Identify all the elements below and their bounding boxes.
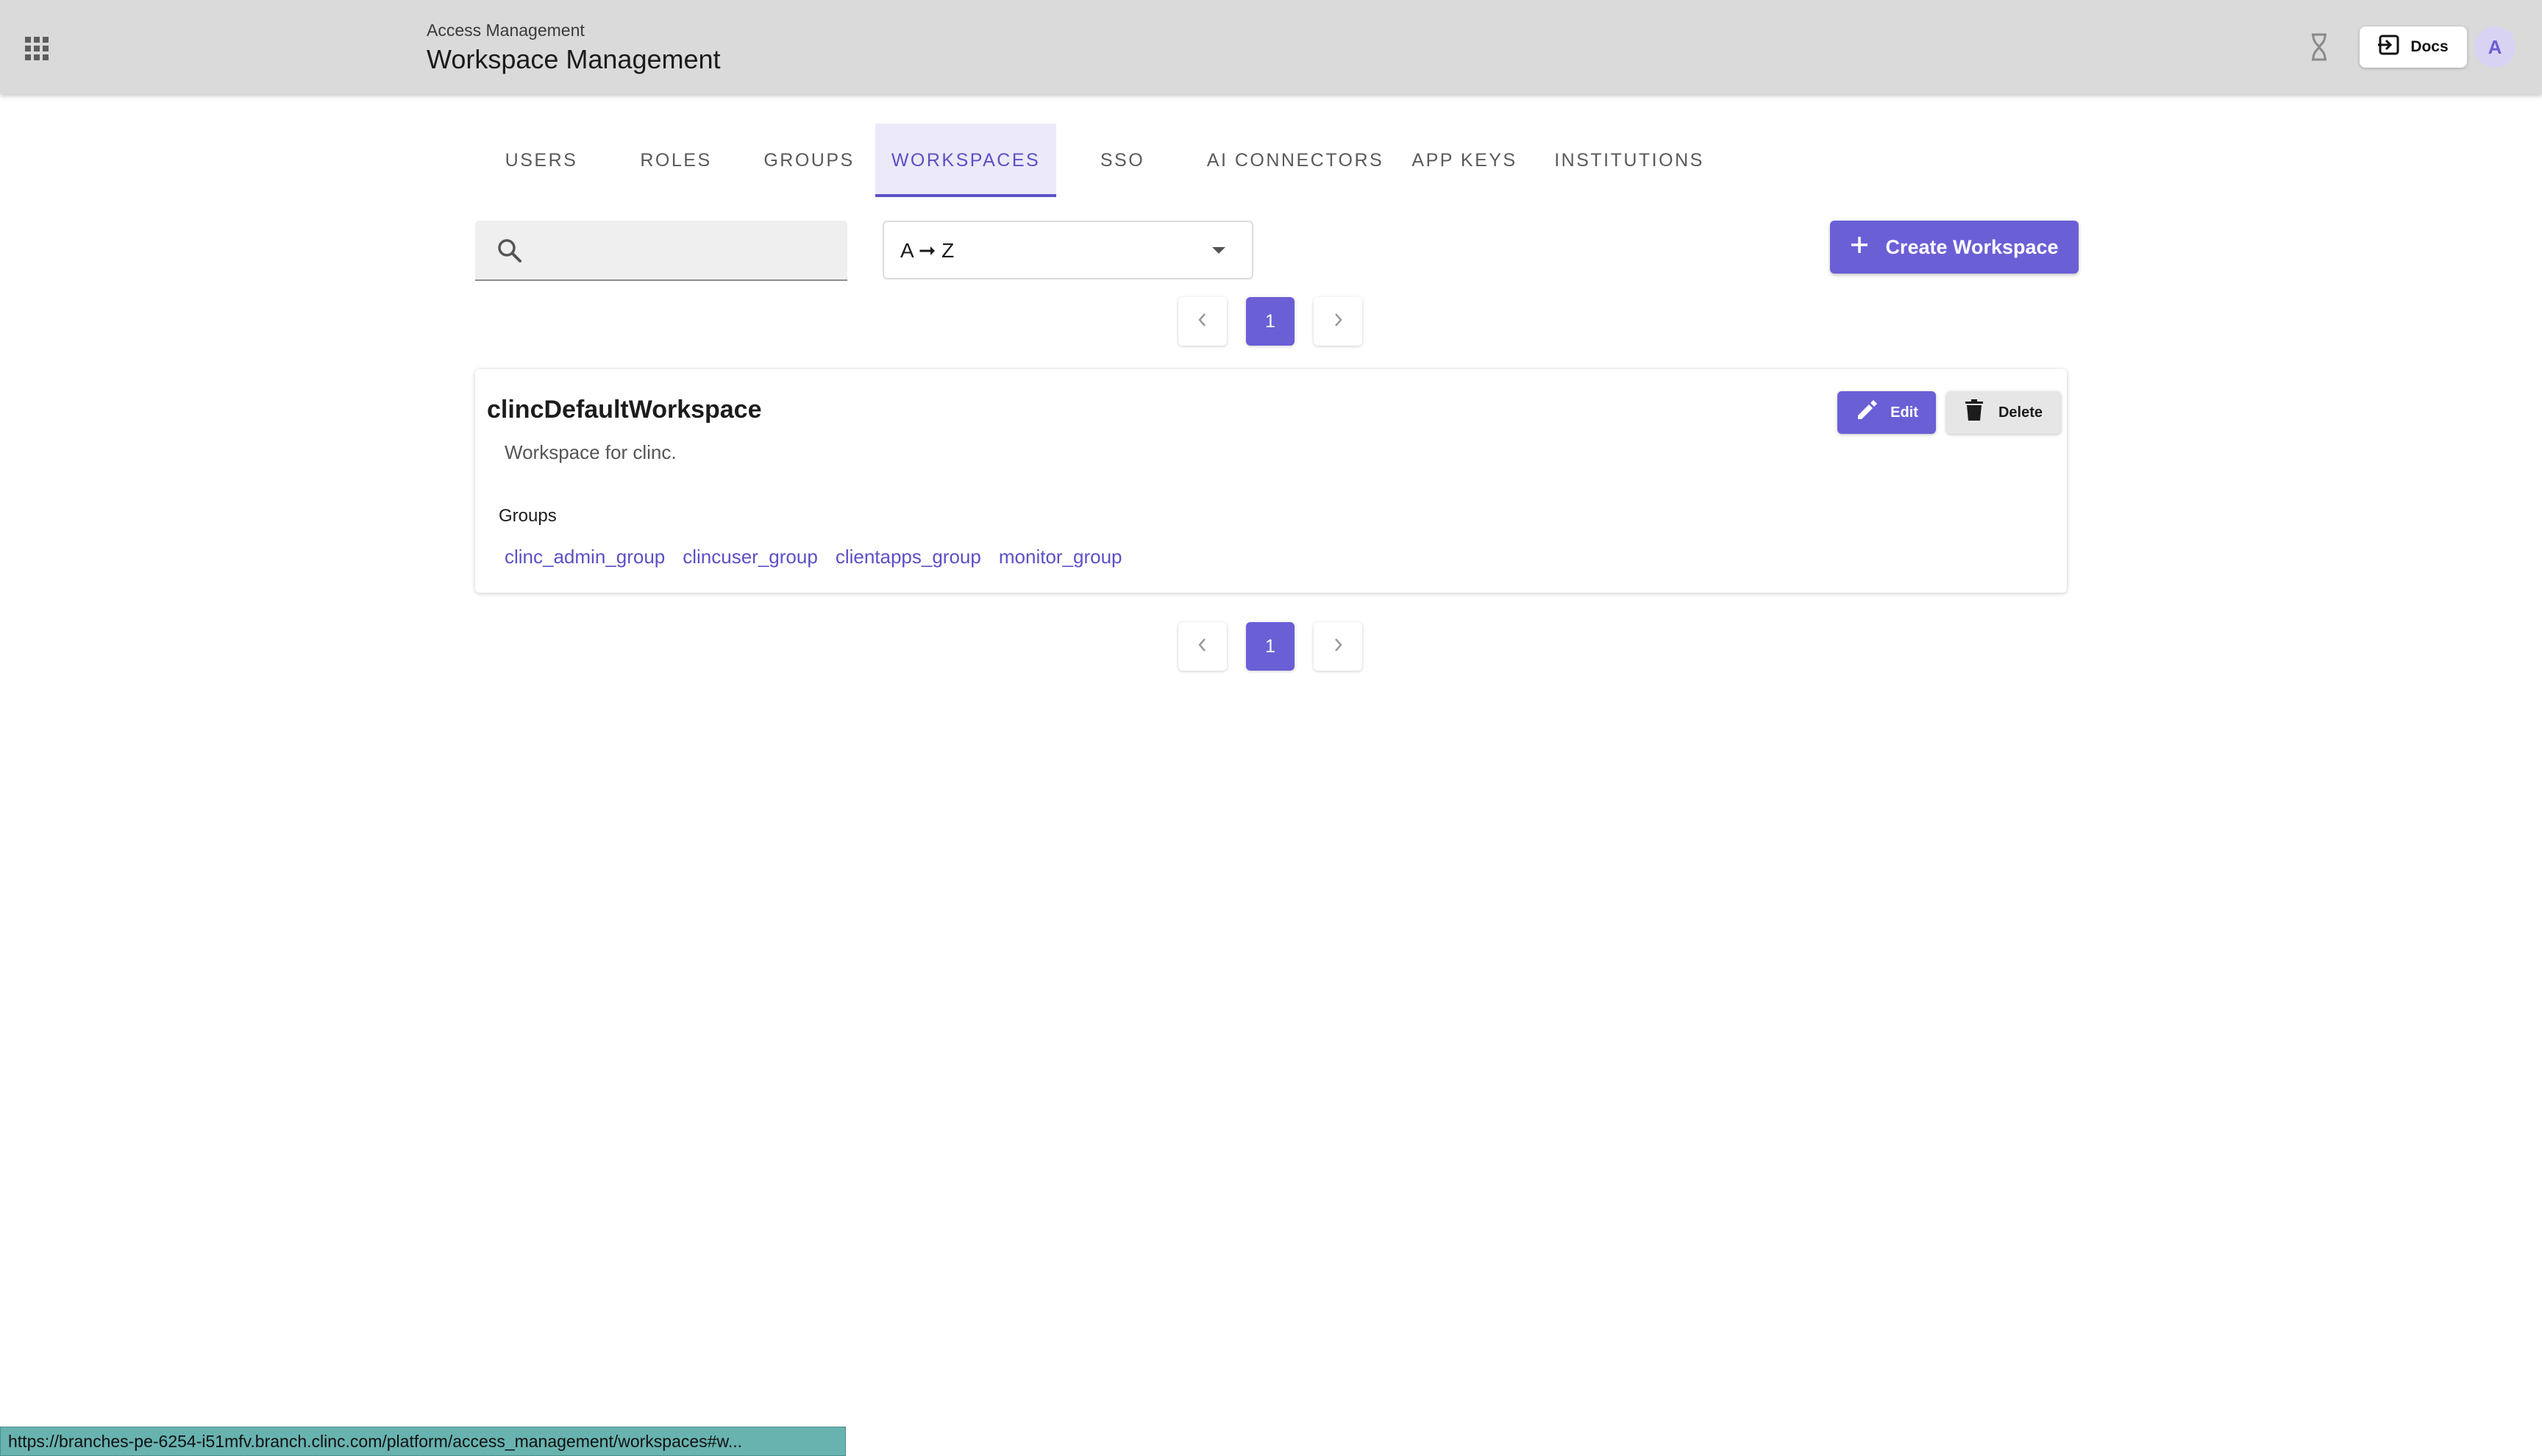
workspace-card: clincDefaultWorkspace Workspace for clin… — [475, 369, 2067, 593]
edit-label: Edit — [1890, 404, 1918, 421]
delete-label: Delete — [1998, 404, 2043, 421]
search-icon — [496, 237, 524, 265]
group-link[interactable]: monitor_group — [999, 546, 1122, 568]
tab-sso[interactable]: SSO — [1056, 124, 1189, 197]
chevron-right-icon — [1331, 312, 1345, 332]
tab-users[interactable]: USERS — [474, 124, 609, 197]
group-link[interactable]: clientapps_group — [836, 546, 981, 568]
tab-bar: USERS ROLES GROUPS WORKSPACES SSO AI CON… — [474, 124, 1731, 197]
apps-grid-icon[interactable] — [22, 34, 49, 60]
group-link[interactable]: clincuser_group — [683, 546, 818, 568]
breadcrumb: Access Management — [427, 21, 585, 40]
sort-select[interactable]: A ➞ Z — [883, 221, 1253, 279]
tab-groups[interactable]: GROUPS — [743, 124, 875, 197]
search-input[interactable] — [537, 221, 831, 279]
sort-value: A ➞ Z — [900, 239, 955, 262]
next-page-button[interactable] — [1314, 297, 1362, 346]
chevron-left-icon — [1196, 312, 1209, 332]
tab-ai-connectors[interactable]: AI CONNECTORS — [1189, 124, 1402, 197]
page-number-button[interactable]: 1 — [1246, 622, 1295, 671]
docs-label: Docs — [2410, 38, 2449, 55]
group-list: clinc_admin_group clincuser_group client… — [505, 546, 1122, 568]
workspace-description: Workspace for clinc. — [505, 441, 677, 463]
plus-icon — [1850, 235, 1869, 260]
status-bar-url: https://branches-pe-6254-i51mfv.branch.c… — [0, 1427, 846, 1456]
delete-button[interactable]: Delete — [1946, 391, 2061, 434]
pencil-icon — [1855, 399, 1878, 426]
group-link[interactable]: clinc_admin_group — [505, 546, 665, 568]
docs-login-icon — [2378, 34, 2400, 60]
tab-roles[interactable]: ROLES — [609, 124, 743, 197]
groups-heading: Groups — [499, 506, 557, 526]
docs-button[interactable]: Docs — [2360, 26, 2467, 68]
create-workspace-label: Create Workspace — [1885, 235, 2059, 258]
app-header: Access Management Workspace Management D… — [0, 0, 2542, 94]
chevron-left-icon — [1196, 637, 1209, 657]
hourglass-icon[interactable] — [2308, 32, 2330, 62]
create-workspace-button[interactable]: Create Workspace — [1830, 221, 2079, 274]
next-page-button[interactable] — [1314, 622, 1362, 671]
pagination-bottom: 1 — [1178, 622, 1362, 671]
sort-caret-icon — [1212, 247, 1225, 254]
page-title: Workspace Management — [427, 44, 721, 74]
tab-workspaces[interactable]: WORKSPACES — [875, 124, 1056, 197]
workspace-name: clincDefaultWorkspace — [487, 396, 762, 424]
chevron-right-icon — [1331, 637, 1345, 657]
avatar[interactable]: A — [2474, 26, 2516, 68]
page-number-button[interactable]: 1 — [1246, 297, 1295, 346]
prev-page-button[interactable] — [1178, 622, 1227, 671]
tab-app-keys[interactable]: APP KEYS — [1402, 124, 1527, 197]
pagination-top: 1 — [1178, 297, 1362, 346]
prev-page-button[interactable] — [1178, 297, 1227, 346]
tab-institutions[interactable]: INSTITUTIONS — [1527, 124, 1731, 197]
search-field[interactable] — [475, 221, 847, 281]
trash-icon — [1965, 399, 1984, 426]
edit-button[interactable]: Edit — [1837, 391, 1936, 434]
